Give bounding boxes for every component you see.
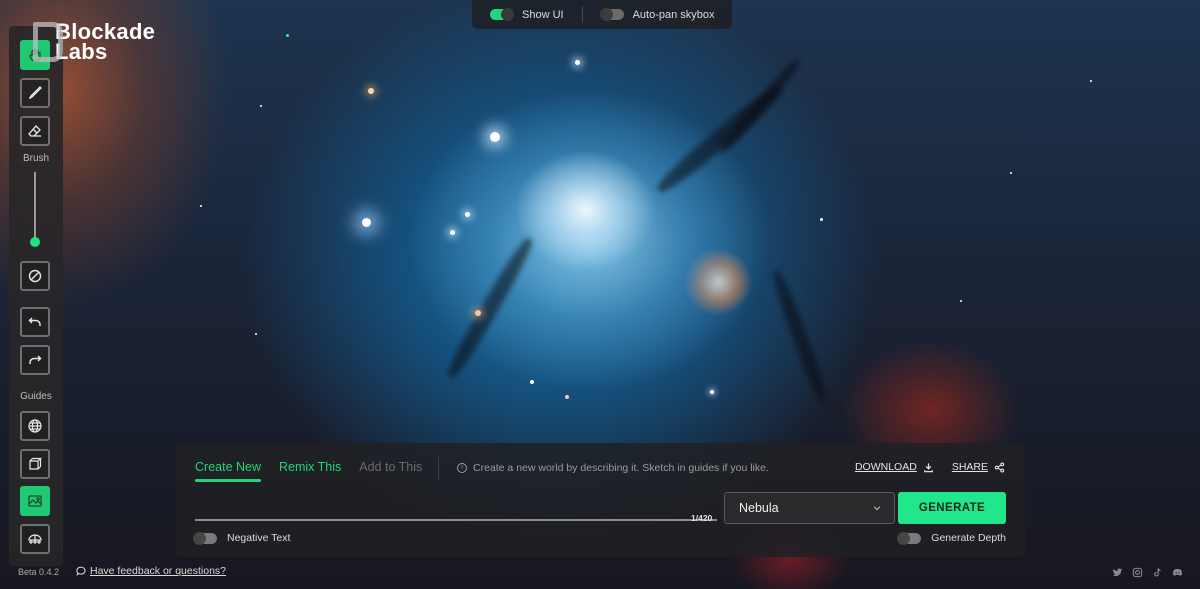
- tiktok-link[interactable]: [1151, 566, 1163, 578]
- logo-text: Blockade Labs: [55, 21, 155, 64]
- share-button[interactable]: SHARE: [952, 461, 1005, 473]
- left-toolbar: Brush Guides: [9, 26, 63, 566]
- star: [820, 218, 823, 221]
- star: [200, 205, 202, 207]
- star: [475, 310, 481, 316]
- globe-icon: [28, 419, 42, 433]
- generate-depth-label: Generate Depth: [931, 532, 1006, 544]
- star: [565, 395, 569, 399]
- negative-text-label: Negative Text: [227, 532, 291, 544]
- brush-icon: [28, 86, 42, 100]
- discord-link[interactable]: [1171, 566, 1183, 578]
- brush-label: Brush: [22, 153, 50, 164]
- undo-button[interactable]: [20, 307, 50, 337]
- star: [368, 88, 374, 94]
- star: [1090, 80, 1092, 82]
- tab-remix-this[interactable]: Remix This: [279, 460, 341, 479]
- star: [530, 380, 534, 384]
- toggle-knob: [193, 531, 206, 545]
- eraser-icon: [28, 125, 41, 137]
- nebula-dust-lane: [716, 56, 804, 156]
- brand-line-2: Labs: [55, 39, 108, 64]
- dome-icon: [28, 534, 42, 544]
- share-label: SHARE: [951, 461, 988, 473]
- prompt-input[interactable]: [195, 495, 717, 521]
- toggle-knob: [599, 8, 613, 21]
- feedback-link[interactable]: Have feedback or questions?: [76, 565, 226, 577]
- style-select[interactable]: Nebula: [724, 492, 895, 524]
- brush-size-slider-handle[interactable]: [30, 237, 40, 248]
- clear-canvas-button[interactable]: [20, 261, 50, 291]
- hint-text: i Create a new world by describing it. S…: [457, 462, 769, 474]
- star: [490, 132, 500, 142]
- cube-guide-button[interactable]: [20, 449, 50, 479]
- instagram-icon: [1132, 567, 1142, 577]
- undo-icon: [28, 317, 41, 326]
- no-entry-icon: [28, 269, 42, 283]
- brush-tool-button[interactable]: [20, 78, 50, 108]
- prompt-panel: Create New Remix This Add to This i Crea…: [176, 443, 1025, 557]
- guides-label: Guides: [20, 391, 52, 402]
- star: [450, 230, 455, 235]
- star: [362, 218, 371, 227]
- tab-add-to-this: Add to This: [359, 460, 423, 474]
- toggle-knob: [897, 531, 911, 545]
- show-ui-label: Show UI: [522, 8, 564, 21]
- image-icon: [28, 495, 42, 507]
- feedback-link-text[interactable]: Have feedback or questions?: [90, 565, 226, 577]
- redo-button[interactable]: [20, 345, 50, 375]
- hint-label: Create a new world by describing it. Ske…: [473, 462, 769, 474]
- star: [286, 34, 289, 37]
- download-button[interactable]: DOWNLOAD: [855, 461, 934, 473]
- star: [960, 300, 962, 302]
- cube-icon: [29, 457, 42, 470]
- brush-size-slider[interactable]: [34, 172, 36, 246]
- tiktok-icon: [1153, 567, 1161, 577]
- redo-icon: [29, 355, 42, 364]
- mode-tabs: Create New Remix This Add to This: [195, 460, 423, 482]
- panel-actions: DOWNLOAD SHARE: [855, 461, 1005, 473]
- star: [260, 105, 262, 107]
- divider: [438, 457, 439, 481]
- auto-pan-skybox-label: Auto-pan skybox: [632, 8, 715, 21]
- image-guide-button[interactable]: [20, 486, 50, 516]
- negative-text-option: Negative Text: [193, 531, 291, 545]
- generate-depth-toggle[interactable]: [897, 531, 922, 545]
- generate-button[interactable]: GENERATE: [898, 492, 1006, 524]
- divider: [581, 6, 583, 23]
- star: [255, 333, 257, 335]
- auto-pan-skybox-toggle[interactable]: [599, 8, 624, 21]
- dome-guide-button[interactable]: [20, 524, 50, 554]
- view-options-bar: Show UI Auto-pan skybox: [472, 0, 732, 29]
- version-label: Beta 0.4.2: [18, 567, 60, 577]
- eraser-tool-button[interactable]: [20, 116, 50, 146]
- discord-icon: [1172, 568, 1182, 576]
- instagram-link[interactable]: [1131, 566, 1143, 578]
- star: [710, 390, 714, 394]
- globe-guide-button[interactable]: [20, 411, 50, 441]
- info-icon: i: [457, 463, 467, 473]
- toggle-knob: [501, 8, 514, 21]
- nebula-dust-lane: [443, 234, 537, 382]
- star: [1010, 172, 1012, 174]
- generate-depth-option: Generate Depth: [897, 531, 1006, 545]
- negative-text-toggle[interactable]: [193, 531, 217, 545]
- blockade-labs-logo[interactable]: Blockade Labs: [33, 21, 155, 64]
- star: [575, 60, 580, 65]
- tab-create-new[interactable]: Create New: [195, 460, 261, 482]
- chat-bubble-icon: [76, 566, 86, 576]
- show-ui-toggle[interactable]: [490, 8, 514, 21]
- social-links: [1111, 566, 1183, 578]
- twitter-icon: [1112, 568, 1122, 576]
- style-select-value: Nebula: [739, 501, 779, 515]
- share-icon: [994, 461, 1005, 473]
- nebula-dust-lane: [769, 268, 831, 406]
- download-label: DOWNLOAD: [854, 461, 917, 473]
- twitter-link[interactable]: [1111, 566, 1123, 578]
- logo-mark-icon: [33, 22, 63, 62]
- download-icon: [923, 462, 933, 472]
- chevron-down-icon: [873, 506, 881, 511]
- char-counter: 1/420: [691, 513, 713, 523]
- star: [465, 212, 470, 217]
